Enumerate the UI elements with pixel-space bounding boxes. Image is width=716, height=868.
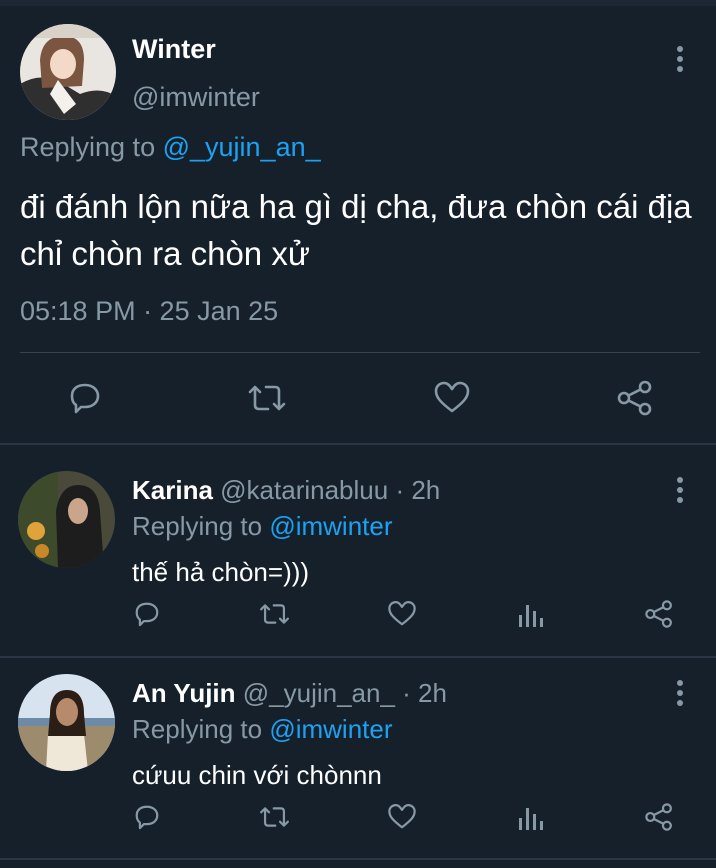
avatar[interactable] <box>20 24 116 120</box>
replying-to-label: Replying to <box>132 511 270 541</box>
reply-icon[interactable] <box>66 379 104 422</box>
author-name[interactable]: Winter <box>132 34 216 65</box>
replying-to-label: Replying to <box>132 714 270 744</box>
reply-age: · 2h <box>388 475 441 505</box>
more-options-icon[interactable] <box>676 477 684 507</box>
replying-to-handle[interactable]: @imwinter <box>269 511 392 541</box>
retweet-icon[interactable] <box>258 802 291 837</box>
avatar[interactable] <box>18 471 115 568</box>
more-options-icon[interactable] <box>676 46 684 76</box>
like-icon[interactable] <box>387 599 417 634</box>
more-options-icon[interactable] <box>676 680 684 710</box>
reply-text: thế hả chòn=))) <box>132 557 310 587</box>
replying-to-handle[interactable]: @imwinter <box>269 714 392 744</box>
replying-to: Replying to @imwinter <box>132 511 393 542</box>
reply-text: cứuu chin với chònnn <box>132 760 382 790</box>
main-tweet: Winter @imwinter Replying to @_yujin_an_… <box>0 6 716 442</box>
tweet-text: đi đánh lộn nữa ha gì dị cha, đưa chòn c… <box>20 188 692 272</box>
author-name[interactable]: Karina <box>132 475 213 505</box>
like-icon[interactable] <box>433 379 471 422</box>
replying-to: Replying to @_yujin_an_ <box>20 132 321 163</box>
retweet-icon[interactable] <box>258 599 291 634</box>
replying-to-label: Replying to <box>20 132 163 162</box>
replying-to: Replying to @imwinter <box>132 714 393 745</box>
reply-age: · 2h <box>394 678 447 708</box>
tweet-timestamp[interactable]: 05:18 PM · 25 Jan 25 <box>20 296 278 327</box>
share-icon[interactable] <box>644 802 674 837</box>
retweet-icon[interactable] <box>246 379 288 422</box>
author-handle[interactable]: @katarinabluu <box>220 475 388 505</box>
reply-tweet: Karina @katarinabluu · 2h Replying to @i… <box>0 445 716 645</box>
analytics-icon[interactable] <box>518 599 544 634</box>
author-name[interactable]: An Yujin <box>132 678 236 708</box>
reply-header: An Yujin @_yujin_an_ · 2h <box>132 678 447 709</box>
reply-tweet: An Yujin @_yujin_an_ · 2h Replying to @i… <box>0 648 716 848</box>
reply-icon[interactable] <box>132 802 162 837</box>
like-icon[interactable] <box>387 802 417 837</box>
share-icon[interactable] <box>616 379 654 422</box>
reply-icon[interactable] <box>132 599 162 634</box>
divider <box>20 352 700 353</box>
share-icon[interactable] <box>644 599 674 634</box>
reply-header: Karina @katarinabluu · 2h <box>132 475 440 506</box>
avatar[interactable] <box>18 674 115 771</box>
replying-to-handle[interactable]: @_yujin_an_ <box>163 132 321 162</box>
author-handle[interactable]: @imwinter <box>132 82 260 113</box>
author-handle[interactable]: @_yujin_an_ <box>243 678 395 708</box>
analytics-icon[interactable] <box>518 802 544 837</box>
divider <box>0 858 716 860</box>
